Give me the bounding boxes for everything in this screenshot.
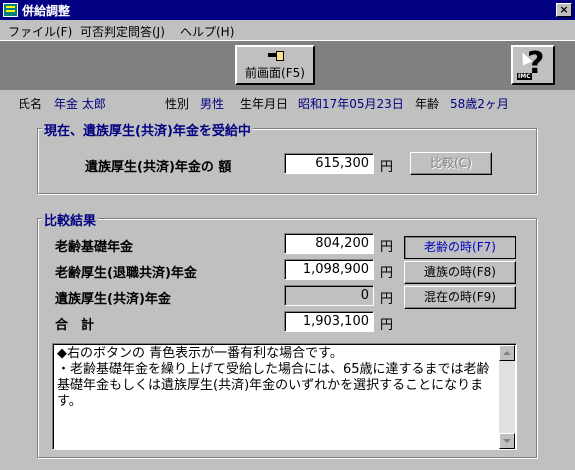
memo-scrollbar[interactable] [499, 345, 515, 449]
old-age-employee-field[interactable]: 1,098,900 [284, 259, 374, 280]
survivor-amount-field[interactable]: 615,300 [284, 153, 374, 174]
arrow-up-icon [503, 351, 511, 355]
survivor-employee-field: 0 [284, 285, 374, 306]
survivor-case-button[interactable]: 遺族の時(F8) [404, 261, 516, 284]
previous-screen-button[interactable]: 前画面(F5) [235, 45, 315, 85]
menu-judgement-qa[interactable]: 可否判定問答(J) [80, 23, 165, 40]
close-button[interactable]: × [556, 3, 572, 17]
total-unit: 円 [380, 318, 394, 333]
name-value: 年金 太郎 [54, 97, 106, 111]
scroll-up-button[interactable] [499, 345, 515, 361]
old-age-basic-unit: 円 [380, 240, 394, 255]
previous-screen-label: 前画面(F5) [245, 66, 305, 80]
pointing-hand-icon [268, 50, 284, 61]
compare-button[interactable]: 比較(C) [410, 152, 492, 175]
name-label: 氏名 [18, 97, 43, 111]
old-age-employee-label: 老齢厚生(退職共済)年金 [55, 266, 197, 281]
old-age-basic-label: 老齢基礎年金 [55, 240, 134, 255]
scroll-down-button[interactable] [499, 433, 515, 449]
menu-bar: ファイル(F) 可否判定問答(J) ヘルプ(H) [0, 20, 575, 40]
old-age-case-button[interactable]: 老齢の時(F7) [404, 236, 516, 259]
sex-value: 男性 [200, 97, 225, 111]
toolbar: 前画面(F5) ? IMC [0, 40, 575, 90]
mixed-case-button[interactable]: 混在の時(F9) [404, 286, 516, 309]
window-title: 併給調整 [22, 4, 71, 18]
age-value: 58歳2ヶ月 [450, 97, 509, 111]
total-label: 合 計 [55, 318, 95, 333]
current-benefit-title: 現在、遺族厚生(共済)年金を受給中 [42, 120, 253, 139]
survivor-employee-label: 遺族厚生(共済)年金 [55, 292, 171, 307]
total-field[interactable]: 1,903,100 [284, 311, 374, 332]
memo-text: ◆右のボタンの 青色表示が一番有利な場合です。 ・老齢基礎年金を繰り上げて受給し… [57, 346, 490, 409]
birthdate-value: 昭和17年05月23日 [298, 97, 404, 111]
menu-file[interactable]: ファイル(F) [8, 23, 72, 40]
app-icon [3, 3, 18, 17]
age-label: 年齢 [415, 97, 440, 111]
survivor-amount-unit: 円 [380, 160, 394, 175]
survivor-amount-label: 遺族厚生(共済)年金の 額 [85, 160, 232, 175]
sex-label: 性別 [165, 97, 190, 111]
arrow-down-icon [503, 439, 511, 443]
help-button[interactable]: ? IMC [511, 45, 555, 85]
main-window: 併給調整 × ファイル(F) 可否判定問答(J) ヘルプ(H) 前画面(F5) … [0, 0, 575, 470]
title-bar: 併給調整 × [0, 0, 575, 20]
old-age-employee-unit: 円 [380, 266, 394, 281]
imc-badge: IMC [517, 73, 532, 80]
birthdate-label: 生年月日 [240, 97, 289, 111]
survivor-employee-unit: 円 [380, 292, 394, 307]
old-age-basic-field[interactable]: 804,200 [284, 233, 374, 254]
memo-textarea[interactable]: ◆右のボタンの 青色表示が一番有利な場合です。 ・老齢基礎年金を繰り上げて受給し… [52, 343, 517, 450]
comparison-result-title: 比較結果 [42, 210, 99, 229]
menu-help[interactable]: ヘルプ(H) [180, 23, 234, 40]
